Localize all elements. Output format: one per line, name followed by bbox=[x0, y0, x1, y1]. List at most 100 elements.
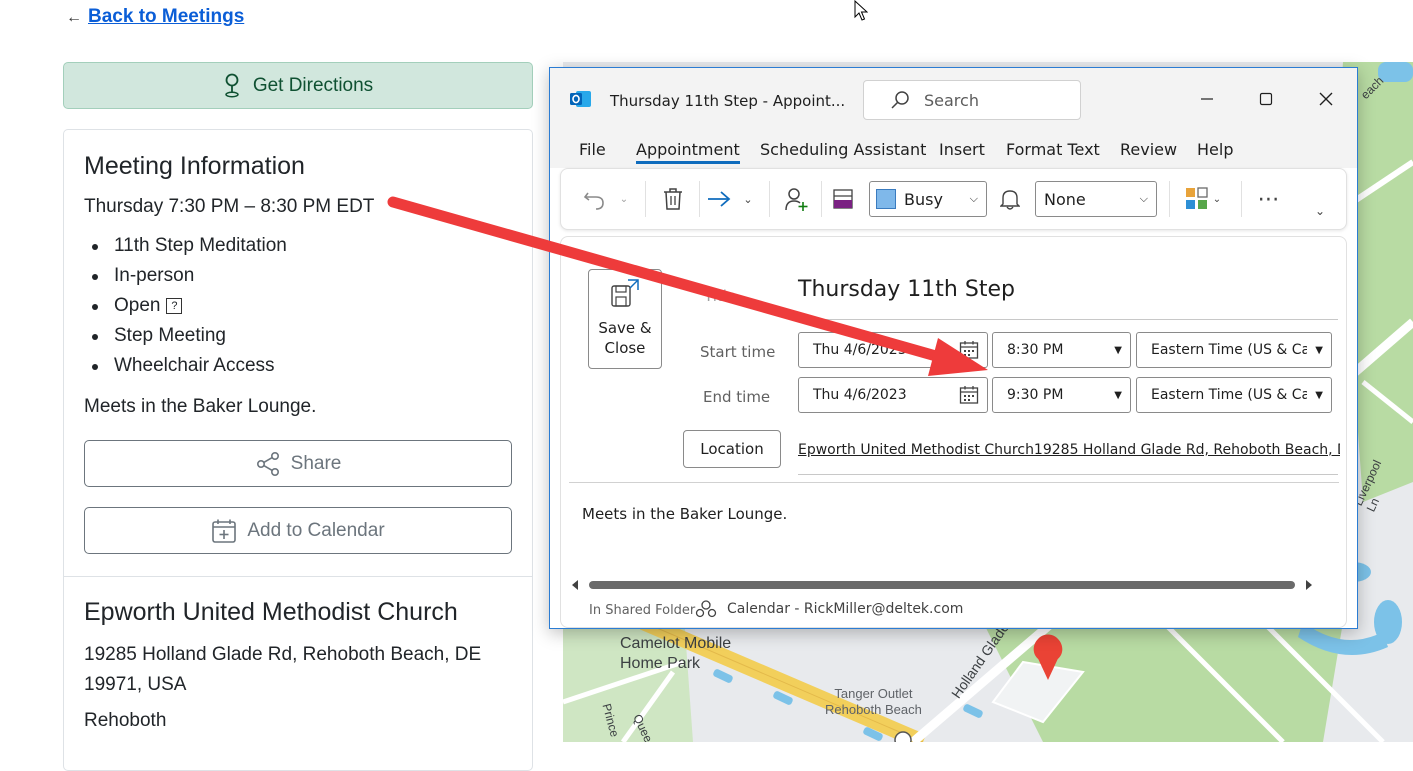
end-timezone-select[interactable]: Eastern Time (US & Canada) ▼ bbox=[1136, 377, 1332, 413]
minimize-button[interactable] bbox=[1192, 88, 1222, 110]
calendar-icon[interactable] bbox=[959, 385, 979, 405]
start-time-label: Start time bbox=[700, 343, 776, 361]
undo-button[interactable] bbox=[581, 185, 607, 213]
appointment-form: Save & Close Title Thursday 11th Step St… bbox=[560, 236, 1347, 628]
appointment-body[interactable]: Meets in the Baker Lounge. bbox=[582, 505, 787, 523]
trash-icon bbox=[664, 188, 682, 210]
maximize-icon bbox=[1259, 92, 1273, 106]
outlook-icon bbox=[570, 91, 591, 107]
meeting-types-list: 11th Step Meditation In-person Open? Ste… bbox=[92, 234, 287, 384]
search-placeholder: Search bbox=[924, 90, 979, 110]
reminder-bell-button[interactable] bbox=[998, 185, 1022, 213]
location-input[interactable]: Epworth United Methodist Church19285 Hol… bbox=[798, 442, 1340, 458]
map-label-tanger: Tanger Outlet Rehoboth Beach bbox=[825, 686, 922, 717]
close-icon bbox=[1319, 92, 1333, 106]
share-label: Share bbox=[290, 452, 342, 474]
ribbon-separator bbox=[1241, 181, 1242, 217]
help-icon[interactable]: ? bbox=[166, 298, 183, 314]
undo-icon bbox=[583, 192, 604, 210]
end-time-label: End time bbox=[703, 388, 771, 406]
categorize-chevron-icon: ⌄ bbox=[1212, 193, 1222, 205]
menu-review[interactable]: Review bbox=[1120, 140, 1177, 159]
save-and-close-button[interactable]: Save & Close bbox=[588, 269, 662, 369]
horizontal-scrollbar[interactable] bbox=[571, 578, 1331, 592]
ribbon-separator bbox=[1169, 181, 1170, 217]
shared-folder-label: In Shared Folder bbox=[589, 603, 696, 618]
reminder-select[interactable]: None ⌵ bbox=[1035, 181, 1157, 217]
start-date-field[interactable]: Thu 4/6/2023 bbox=[798, 332, 988, 368]
ribbon-separator bbox=[769, 181, 770, 217]
categories-icon bbox=[1185, 187, 1208, 209]
invite-attendees-button[interactable] bbox=[783, 185, 811, 213]
location-button[interactable]: Location bbox=[683, 430, 781, 468]
forward-dropdown-chevron-icon[interactable]: ⌄ bbox=[741, 185, 755, 213]
categorize-color-button[interactable] bbox=[831, 185, 855, 213]
forward-arrow-icon bbox=[708, 191, 731, 207]
menu-scheduling-assistant[interactable]: Scheduling Assistant bbox=[760, 140, 926, 159]
get-directions-label: Get Directions bbox=[252, 74, 374, 96]
more-options-icon[interactable]: ⋯ bbox=[1255, 185, 1283, 213]
location-region: Rehoboth bbox=[84, 710, 167, 731]
categorize-button[interactable]: ⌄ bbox=[1183, 185, 1223, 213]
outlook-appointment-window: Thursday 11th Step - Appoint... Search F… bbox=[549, 67, 1358, 629]
shared-people-icon bbox=[695, 600, 717, 618]
title-underline bbox=[798, 319, 1338, 320]
title-input[interactable]: Thursday 11th Step bbox=[798, 277, 1015, 302]
chevron-down-icon: ▼ bbox=[1315, 344, 1323, 356]
meeting-notes: Meets in the Baker Lounge. bbox=[84, 396, 317, 417]
start-timezone-select[interactable]: Eastern Time (US & Canada) ▼ bbox=[1136, 332, 1332, 368]
forward-button[interactable] bbox=[705, 185, 733, 213]
title-label: Title bbox=[704, 287, 737, 305]
menu-help[interactable]: Help bbox=[1197, 140, 1233, 159]
location-name: Epworth United Methodist Church bbox=[84, 598, 458, 626]
maximize-button[interactable] bbox=[1251, 88, 1281, 110]
divider bbox=[64, 576, 532, 577]
expand-ribbon-chevron-icon[interactable]: ⌄ bbox=[1311, 197, 1329, 225]
calendar-owner-label: Calendar - RickMiller@deltek.com bbox=[727, 601, 964, 617]
get-directions-button[interactable]: Get Directions bbox=[63, 62, 533, 109]
menu-file[interactable]: File bbox=[579, 140, 606, 159]
menu-appointment[interactable]: Appointment bbox=[636, 140, 740, 164]
map-pin-icon bbox=[225, 73, 239, 97]
ribbon-separator bbox=[699, 181, 700, 217]
location-underline bbox=[798, 474, 1338, 475]
delete-button[interactable] bbox=[661, 185, 685, 213]
back-link-label: Back to Meetings bbox=[88, 6, 245, 27]
add-to-calendar-button[interactable]: Add to Calendar bbox=[84, 507, 512, 554]
chevron-down-icon: ▼ bbox=[1114, 389, 1122, 401]
back-to-meetings-link[interactable]: ← Back to Meetings bbox=[66, 6, 244, 28]
chevron-down-icon: ⌵ bbox=[969, 192, 978, 205]
list-item: 11th Step Meditation bbox=[92, 234, 287, 264]
search-box[interactable]: Search bbox=[863, 80, 1081, 120]
list-item: In-person bbox=[92, 264, 287, 294]
calendar-plus-icon bbox=[212, 519, 237, 543]
meeting-info-heading: Meeting Information bbox=[84, 152, 305, 180]
search-icon bbox=[891, 91, 909, 109]
meeting-time: Thursday 7:30 PM – 8:30 PM EDT bbox=[84, 196, 375, 217]
list-item: Open? bbox=[92, 294, 287, 324]
color-bar-icon bbox=[833, 189, 853, 209]
body-divider bbox=[569, 482, 1339, 483]
calendar-icon[interactable] bbox=[959, 340, 979, 360]
mouse-cursor-icon bbox=[854, 0, 868, 21]
chevron-down-icon: ▼ bbox=[1315, 389, 1323, 401]
menu-insert[interactable]: Insert bbox=[939, 140, 985, 159]
map-label-camelot: Camelot Mobile Home Park bbox=[620, 635, 732, 672]
end-date-field[interactable]: Thu 4/6/2023 bbox=[798, 377, 988, 413]
show-as-select[interactable]: Busy ⌵ bbox=[869, 181, 987, 217]
end-time-select[interactable]: 9:30 PM ▼ bbox=[992, 377, 1131, 413]
ribbon-separator bbox=[821, 181, 822, 217]
save-close-label: Save & Close bbox=[598, 319, 652, 357]
undo-dropdown-chevron-icon[interactable]: ⌄ bbox=[617, 185, 631, 213]
share-button[interactable]: Share bbox=[84, 440, 512, 487]
ribbon-separator bbox=[645, 181, 646, 217]
bell-icon bbox=[1000, 190, 1020, 210]
add-to-calendar-label: Add to Calendar bbox=[247, 519, 385, 541]
menu-format-text[interactable]: Format Text bbox=[1006, 140, 1100, 159]
ribbon: ⌄ ⌄ Busy ⌵ None ⌵ ⌄ ⋯ ⌄ bbox=[560, 168, 1347, 230]
start-time-select[interactable]: 8:30 PM ▼ bbox=[992, 332, 1131, 368]
share-icon bbox=[256, 451, 279, 476]
meeting-card: Meeting Information Thursday 7:30 PM – 8… bbox=[63, 129, 533, 771]
list-item: Step Meeting bbox=[92, 324, 287, 354]
close-button[interactable] bbox=[1311, 88, 1341, 110]
